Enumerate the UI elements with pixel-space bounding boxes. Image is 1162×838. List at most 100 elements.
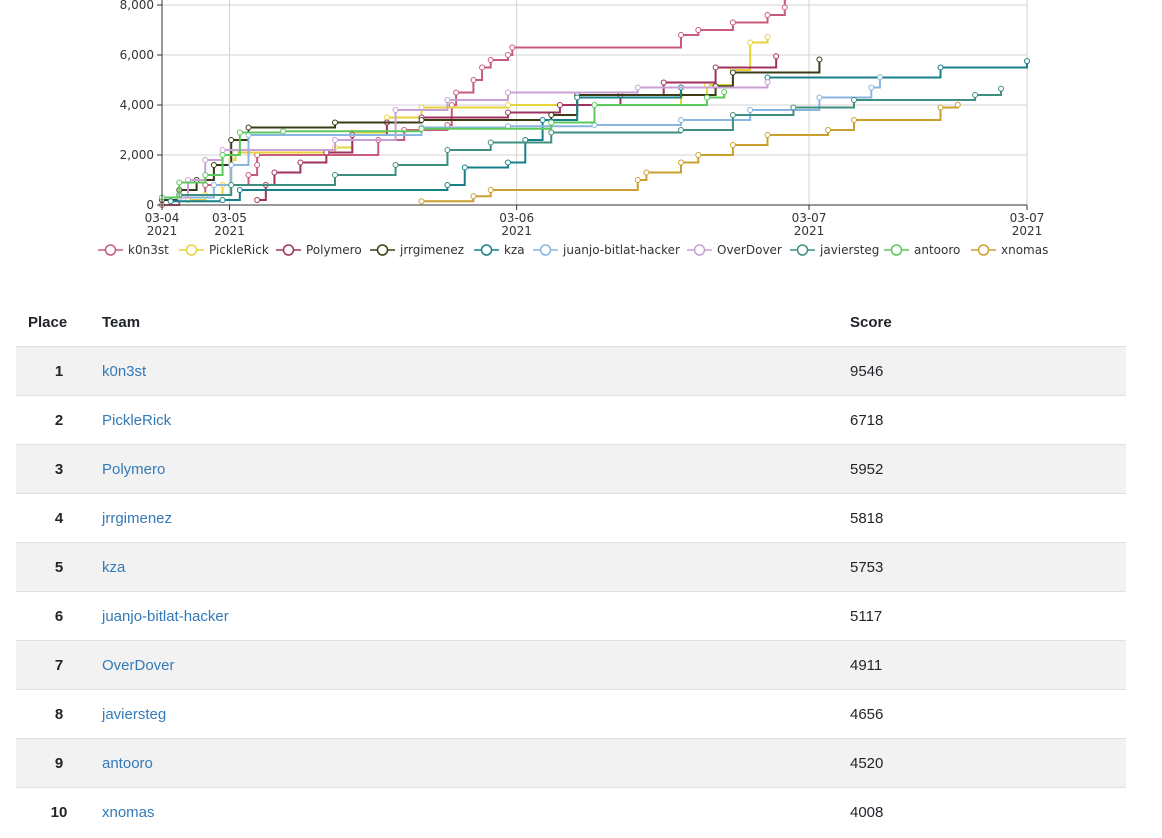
data-point[interactable]	[219, 197, 226, 203]
team-link[interactable]: antooro	[102, 755, 153, 772]
data-point[interactable]	[643, 169, 650, 176]
data-point[interactable]	[781, 4, 788, 11]
legend-item[interactable]: jrrgimenez	[370, 243, 464, 257]
data-point[interactable]	[678, 127, 684, 133]
data-point[interactable]	[695, 152, 702, 158]
data-point[interactable]	[487, 139, 494, 146]
data-point[interactable]	[210, 162, 217, 168]
data-point[interactable]	[509, 44, 516, 51]
data-point[interactable]	[254, 162, 261, 168]
data-point[interactable]	[764, 12, 771, 18]
data-point[interactable]	[851, 97, 857, 103]
data-point[interactable]	[418, 117, 425, 123]
data-point[interactable]	[332, 119, 338, 126]
data-point[interactable]	[548, 129, 555, 136]
data-point[interactable]	[505, 102, 511, 108]
legend-item[interactable]: antooro	[884, 243, 960, 257]
data-point[interactable]	[937, 64, 944, 71]
data-point[interactable]	[678, 32, 684, 38]
data-point[interactable]	[219, 147, 226, 153]
legend-item[interactable]: kza	[474, 243, 525, 257]
data-point[interactable]	[574, 94, 581, 101]
data-point[interactable]	[444, 147, 451, 153]
data-point[interactable]	[998, 85, 1005, 92]
team-link[interactable]: k0n3st	[102, 363, 146, 380]
team-link[interactable]: xnomas	[102, 804, 155, 821]
data-point[interactable]	[539, 117, 546, 123]
data-point[interactable]	[505, 52, 511, 58]
data-point[interactable]	[660, 79, 667, 86]
legend-item[interactable]: k0n3st	[98, 243, 169, 257]
data-point[interactable]	[729, 142, 736, 148]
data-point[interactable]	[392, 107, 399, 113]
team-link[interactable]: jrrgimenez	[102, 510, 172, 527]
data-point[interactable]	[271, 169, 278, 176]
data-point[interactable]	[764, 79, 771, 86]
data-point[interactable]	[418, 125, 425, 132]
data-point[interactable]	[332, 137, 338, 143]
data-point[interactable]	[1024, 58, 1030, 65]
data-point[interactable]	[470, 193, 477, 200]
data-point[interactable]	[816, 94, 823, 101]
team-link[interactable]: Polymero	[102, 461, 165, 478]
data-point[interactable]	[868, 84, 875, 91]
data-point[interactable]	[245, 124, 252, 131]
legend-item[interactable]: PickleRick	[179, 243, 269, 257]
data-point[interactable]	[764, 34, 771, 41]
data-point[interactable]	[816, 56, 823, 63]
data-point[interactable]	[245, 172, 252, 178]
data-point[interactable]	[851, 117, 857, 123]
data-point[interactable]	[747, 39, 754, 46]
team-link[interactable]: javiersteg	[102, 706, 166, 723]
data-point[interactable]	[505, 89, 511, 96]
data-point[interactable]	[954, 101, 961, 108]
data-point[interactable]	[383, 114, 390, 121]
data-point[interactable]	[479, 64, 486, 71]
data-point[interactable]	[773, 53, 780, 60]
data-point[interactable]	[453, 89, 460, 96]
data-point[interactable]	[764, 132, 771, 138]
data-point[interactable]	[236, 129, 243, 136]
data-point[interactable]	[228, 162, 235, 168]
data-point[interactable]	[721, 89, 728, 95]
data-point[interactable]	[876, 74, 883, 81]
legend-item[interactable]: juanjo-bitlat-hacker	[533, 243, 680, 257]
data-point[interactable]	[176, 179, 183, 186]
data-point[interactable]	[548, 119, 555, 126]
data-point[interactable]	[729, 19, 736, 26]
data-point[interactable]	[972, 92, 979, 98]
data-point[interactable]	[634, 177, 641, 183]
data-point[interactable]	[219, 152, 226, 158]
data-point[interactable]	[678, 117, 684, 123]
data-point[interactable]	[444, 182, 451, 188]
legend-item[interactable]: xnomas	[971, 243, 1048, 257]
data-point[interactable]	[418, 198, 425, 205]
data-point[interactable]	[591, 102, 598, 108]
data-point[interactable]	[729, 69, 736, 76]
team-link[interactable]: juanjo-bitlat-hacker	[102, 608, 229, 625]
data-point[interactable]	[505, 109, 511, 116]
team-link[interactable]: PickleRick	[102, 412, 171, 429]
data-point[interactable]	[280, 128, 287, 135]
data-point[interactable]	[634, 84, 641, 91]
legend-item[interactable]: Polymero	[276, 243, 362, 257]
data-point[interactable]	[487, 187, 494, 193]
data-point[interactable]	[167, 198, 174, 205]
data-point[interactable]	[236, 187, 243, 193]
data-point[interactable]	[790, 104, 797, 111]
data-point[interactable]	[444, 97, 451, 103]
data-point[interactable]	[461, 164, 468, 171]
data-point[interactable]	[729, 112, 736, 118]
data-point[interactable]	[392, 162, 399, 168]
data-point[interactable]	[548, 112, 555, 118]
data-point[interactable]	[678, 159, 684, 166]
legend-item[interactable]: OverDover	[687, 243, 782, 257]
legend-item[interactable]: javiersteg	[790, 243, 879, 257]
data-point[interactable]	[703, 94, 710, 101]
data-point[interactable]	[487, 57, 494, 63]
team-link[interactable]: OverDover	[102, 657, 175, 674]
data-point[interactable]	[202, 172, 209, 178]
data-point[interactable]	[228, 182, 235, 188]
data-point[interactable]	[297, 159, 304, 166]
data-point[interactable]	[556, 102, 563, 108]
